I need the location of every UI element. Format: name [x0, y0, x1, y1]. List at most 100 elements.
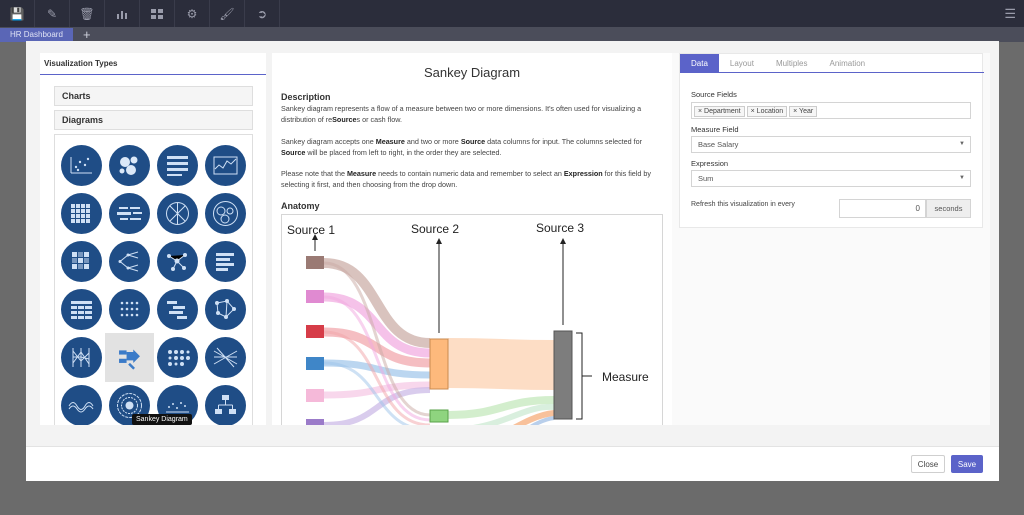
pivot-table-icon[interactable]	[61, 289, 102, 330]
text-bold: Measure	[346, 169, 377, 178]
text: and two or more	[404, 137, 461, 146]
trash-icon[interactable]: 🗑	[70, 0, 105, 27]
description-paragraph-1: Sankey diagram represents a flow of a me…	[281, 104, 661, 125]
source2-node	[429, 338, 449, 390]
text-bold: Source	[332, 114, 357, 124]
source-fields-input[interactable]: × Department × Location × Year	[691, 102, 971, 119]
logout-icon[interactable]: ➲	[245, 0, 280, 27]
tab-data[interactable]: Data	[680, 54, 719, 73]
layout-icon[interactable]	[140, 0, 175, 27]
hamburger-menu-icon[interactable]: ☰	[1004, 0, 1016, 27]
bubble-chart-icon[interactable]	[109, 145, 150, 186]
diagram-icon-grid: Sankey Diagram	[54, 134, 253, 425]
text: data columns for input. The columns sele…	[485, 137, 643, 146]
bar-chart-icon[interactable]	[105, 0, 140, 27]
source1-label: Source 1	[287, 223, 335, 237]
expression-value: Sum	[698, 174, 714, 183]
gear-icon[interactable]: ⚙	[175, 0, 210, 27]
text: Sankey diagram accepts one	[281, 137, 376, 146]
section-diagrams[interactable]: Diagrams	[54, 110, 253, 130]
settings-tabs: Data Layout Multiples Animation	[680, 54, 984, 73]
refresh-interval-input[interactable]: 0	[839, 199, 926, 218]
source-field-chip[interactable]: × Year	[789, 106, 818, 117]
app-toolbar: 💾 ✎ 🗑 ⚙ 🖌 ➲	[0, 0, 1024, 27]
source1-node	[306, 357, 324, 370]
sankey-diagram-selected-tile[interactable]	[105, 333, 154, 382]
heatmap-icon[interactable]	[61, 241, 102, 282]
measure-field-label: Measure Field	[691, 125, 739, 134]
text: s or cash flow.	[356, 114, 403, 124]
dot-matrix-icon[interactable]	[109, 289, 150, 330]
settings-card: Data Layout Multiples Animation Source F…	[679, 53, 984, 228]
save-icon[interactable]: 💾	[0, 0, 35, 27]
save-button[interactable]: Save	[951, 455, 983, 473]
description-paragraph-3: Please note that the Measure needs to co…	[281, 169, 661, 190]
source1-node	[306, 389, 324, 402]
sankey-anatomy-diagram: Source 1 Source 2 Source 3 Measure	[281, 214, 663, 425]
visualization-modal: Visualization Types Charts Diagrams Sank…	[26, 41, 999, 481]
line-chart-icon[interactable]	[205, 145, 246, 186]
circle-packing-icon[interactable]	[205, 193, 246, 234]
parallel-coordinates-icon[interactable]	[61, 337, 102, 378]
word-cloud-icon[interactable]	[109, 193, 150, 234]
text: will be placed from left to right, in th…	[305, 147, 502, 157]
source1-node	[306, 256, 324, 269]
tree-diagram-icon[interactable]	[109, 241, 150, 282]
source-field-chip[interactable]: × Department	[694, 106, 745, 117]
node-link-icon[interactable]	[205, 289, 246, 330]
source-fields-label: Source Fields	[691, 90, 737, 99]
section-charts[interactable]: Charts	[54, 86, 253, 106]
radial-chart-icon[interactable]	[157, 193, 198, 234]
chip-label: Department	[704, 108, 741, 115]
network-graph-icon[interactable]	[157, 241, 198, 282]
sankey-tooltip: Sankey Diagram	[132, 414, 192, 425]
text: Please note that the	[281, 169, 347, 178]
expression-select[interactable]: Sum ▼	[691, 170, 971, 187]
source1-node	[306, 325, 324, 338]
tab-multiples[interactable]: Multiples	[765, 54, 819, 73]
source1-node	[306, 290, 324, 303]
punch-card-icon[interactable]	[157, 337, 198, 378]
tab-layout[interactable]: Layout	[719, 54, 765, 73]
list-chart-icon[interactable]	[205, 241, 246, 282]
source2-label: Source 2	[411, 222, 459, 236]
anatomy-heading: Anatomy	[281, 201, 320, 211]
measure-field-value: Base Salary	[698, 140, 739, 149]
org-chart-icon[interactable]	[205, 385, 246, 425]
wave-chart-icon[interactable]	[61, 385, 102, 425]
chevron-down-icon: ▼	[959, 175, 965, 181]
measure-label: Measure	[602, 370, 649, 384]
description-paragraph-2: Sankey diagram accepts one Measure and t…	[281, 137, 661, 158]
brush-icon[interactable]: 🖌	[210, 0, 245, 27]
text-bold: Source	[281, 147, 306, 157]
table-grid-icon[interactable]	[61, 193, 102, 234]
gantt-chart-icon[interactable]	[157, 289, 198, 330]
close-button[interactable]: Close	[911, 455, 945, 473]
panel-title: Visualization Types	[44, 59, 118, 68]
refresh-label: Refresh this visualization in every	[691, 201, 795, 208]
expression-label: Expression	[691, 159, 729, 168]
measure-field-select[interactable]: Base Salary ▼	[691, 136, 971, 153]
stacked-bar-icon[interactable]	[157, 145, 198, 186]
chip-label: Year	[799, 108, 814, 115]
source3-node	[553, 330, 573, 420]
edit-icon[interactable]: ✎	[35, 0, 70, 27]
scatter-plot-icon[interactable]	[61, 145, 102, 186]
source3-label: Source 3	[536, 221, 584, 235]
text-bold: Source	[460, 137, 486, 146]
text-bold: Expression	[563, 169, 603, 178]
visualization-title: Sankey Diagram	[423, 65, 521, 80]
source1-node	[306, 419, 324, 425]
modal-footer	[26, 446, 999, 481]
source2-node	[429, 409, 449, 423]
tab-hr-dashboard[interactable]: HR Dashboard	[0, 28, 73, 42]
dashboard-tab-bar	[0, 27, 1024, 42]
add-tab-button[interactable]: +	[83, 27, 91, 42]
description-panel: Sankey Diagram Description Sankey diagra…	[272, 53, 672, 425]
text-bold: Measure	[375, 137, 405, 146]
source-field-chip[interactable]: × Location	[746, 106, 788, 117]
chord-lines-icon[interactable]	[205, 337, 246, 378]
tab-animation[interactable]: Animation	[819, 54, 877, 73]
sankey-anatomy-svg: Source 1 Source 2 Source 3 Measure	[287, 221, 649, 425]
divider	[40, 74, 266, 75]
